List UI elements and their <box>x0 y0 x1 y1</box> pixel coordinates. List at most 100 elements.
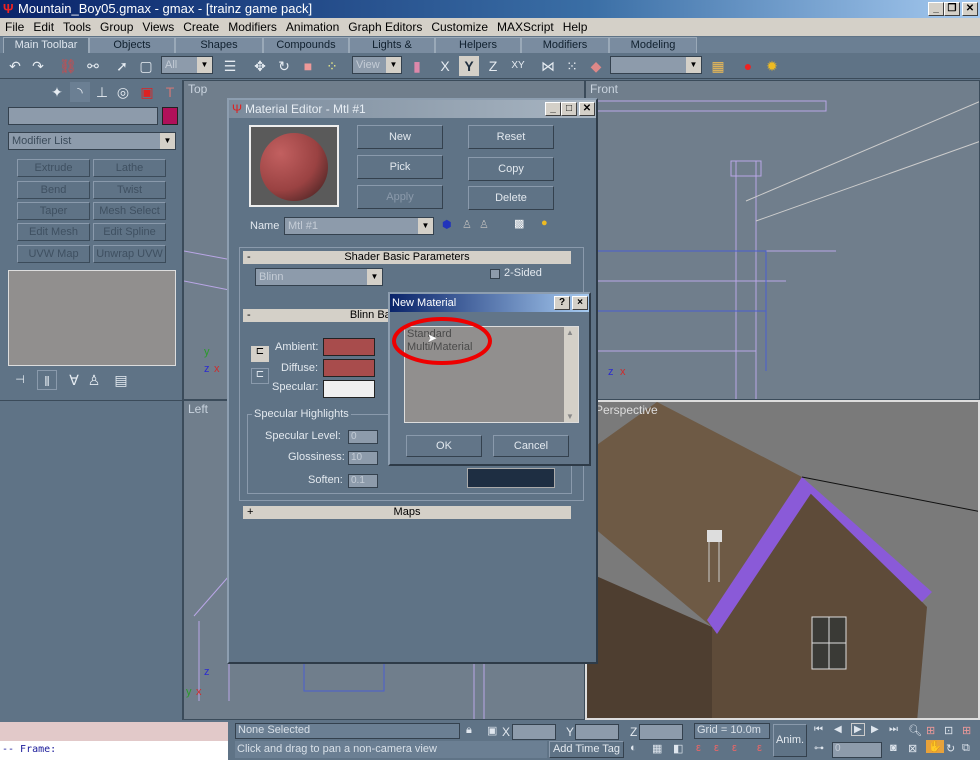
make-unique-icon[interactable]: ∀ <box>64 370 84 390</box>
pin-stack-icon[interactable]: ⊣ <box>10 370 30 390</box>
y-coordinate-field[interactable] <box>575 724 619 740</box>
mesh-select-button[interactable]: Mesh Select <box>93 202 166 220</box>
zoom-extents-all-icon[interactable]: ⊞ <box>962 724 971 737</box>
close-button[interactable]: ✕ <box>579 102 595 116</box>
soften-spinner[interactable]: 0.1 <box>348 474 378 488</box>
x-coordinate-field[interactable] <box>512 724 556 740</box>
snap-toggle-icon[interactable]: ε <box>696 742 701 754</box>
menu-edit[interactable]: Edit <box>33 20 54 34</box>
close-button[interactable]: × <box>572 296 588 310</box>
checker-background-icon[interactable]: ▩ <box>514 217 524 230</box>
menu-graph-editors[interactable]: Graph Editors <box>348 20 422 34</box>
move-icon[interactable]: ✥ <box>250 56 270 76</box>
unwrap-uvw-button[interactable]: Unwrap UVW <box>93 245 166 263</box>
reference-coordinate-dropdown[interactable]: View ▼ <box>352 56 402 74</box>
lock-ambient-diffuse-button[interactable]: ⊏ <box>251 346 269 362</box>
selection-filter-dropdown[interactable]: All ▼ <box>161 56 213 74</box>
absolute-mode-icon[interactable]: ▣ <box>487 724 497 737</box>
named-selection-dropdown[interactable]: ▼ <box>610 56 702 74</box>
motion-tab-icon[interactable]: ◎ <box>113 82 133 102</box>
go-to-end-icon[interactable]: ⏭ <box>889 724 898 735</box>
play-icon[interactable]: ▶ <box>851 723 865 736</box>
current-frame-field[interactable]: 0 <box>832 742 882 758</box>
modifier-stack[interactable] <box>8 270 176 366</box>
link-icon[interactable]: ⛓ <box>58 56 78 76</box>
copy-button[interactable]: Copy <box>468 157 554 181</box>
taper-button[interactable]: Taper <box>17 202 90 220</box>
menu-modifiers[interactable]: Modifiers <box>228 20 277 34</box>
zoom-extents-icon[interactable]: ⊡ <box>944 724 953 737</box>
render-icon[interactable]: ✹ <box>762 56 782 76</box>
list-scrollbar[interactable]: ▲ ▼ <box>564 327 578 422</box>
previous-frame-icon[interactable]: ◀ <box>834 724 842 735</box>
diffuse-color-swatch[interactable] <box>323 359 375 377</box>
next-frame-icon[interactable]: ▶ <box>871 724 879 735</box>
help-button[interactable]: ? <box>554 296 570 310</box>
axis-y-icon[interactable]: Y <box>459 56 479 76</box>
utilities-tab-icon[interactable]: T <box>160 82 180 102</box>
pivot-center-icon[interactable]: ▮ <box>407 56 427 76</box>
twist-button[interactable]: Twist <box>93 181 166 199</box>
add-time-tag-button[interactable]: Add Time Tag <box>549 741 624 758</box>
box-mode-icon[interactable]: ◧ <box>673 742 683 755</box>
tab-modeling[interactable]: Modeling <box>609 37 697 53</box>
select-by-name-icon[interactable]: ☰ <box>220 56 240 76</box>
render-shade-icon[interactable]: ◐ <box>630 742 637 754</box>
undo-icon[interactable]: ↶ <box>5 56 25 76</box>
lathe-button[interactable]: Lathe <box>93 159 166 177</box>
tab-main-toolbar[interactable]: Main Toolbar <box>3 37 89 53</box>
percent-snap-icon[interactable]: ε <box>732 742 737 754</box>
configure-sets-icon[interactable]: ▤ <box>111 370 131 390</box>
extrude-button[interactable]: Extrude <box>17 159 90 177</box>
menu-animation[interactable]: Animation <box>286 20 339 34</box>
shader-type-dropdown[interactable]: Blinn ▼ <box>255 268 383 286</box>
tab-modifiers[interactable]: Modifiers <box>521 37 609 53</box>
hierarchy-tab-icon[interactable]: ⊥ <box>92 82 112 102</box>
redo-icon[interactable]: ↷ <box>28 56 48 76</box>
modify-tab-icon[interactable]: ◝ <box>70 82 90 102</box>
align-icon[interactable]: ▦ <box>708 56 728 76</box>
material-editor-icon[interactable]: ● <box>738 56 758 76</box>
field-of-view-icon[interactable]: ◙ <box>890 742 897 754</box>
tab-objects[interactable]: Objects <box>89 37 175 53</box>
maxscript-listener-input[interactable] <box>0 722 228 741</box>
material-preview[interactable] <box>249 125 339 207</box>
tab-helpers[interactable]: Helpers <box>435 37 521 53</box>
two-sided-checkbox[interactable] <box>490 269 500 279</box>
get-material-icon[interactable]: ⬢ <box>442 218 452 231</box>
remove-modifier-icon[interactable]: ♙ <box>84 370 104 390</box>
delete-button[interactable]: Delete <box>468 186 554 210</box>
arc-rotate-icon[interactable]: ↻ <box>946 742 955 755</box>
edit-spline-button[interactable]: Edit Spline <box>93 223 166 241</box>
region-select-icon[interactable]: ▢ <box>136 56 156 76</box>
specular-level-spinner[interactable]: 0 <box>348 430 378 444</box>
safe-frame-icon[interactable]: ▦ <box>652 742 662 755</box>
menu-help[interactable]: Help <box>563 20 588 34</box>
menu-group[interactable]: Group <box>100 20 133 34</box>
go-to-start-icon[interactable]: ⏮ <box>814 724 823 735</box>
lock-diffuse-specular-button[interactable]: ⊏ <box>251 368 269 384</box>
show-end-result-icon[interactable]: ‖ <box>37 370 57 390</box>
glossiness-spinner[interactable]: 10 <box>348 451 378 465</box>
key-mode-icon[interactable]: ⊶ <box>814 743 824 754</box>
tab-lights-cameras[interactable]: Lights & Cameras <box>349 37 435 66</box>
ambient-color-swatch[interactable] <box>323 338 375 356</box>
material-type-icon[interactable]: ● <box>541 217 548 229</box>
pick-button[interactable]: Pick <box>357 155 443 179</box>
zoom-all-icon[interactable]: ⊞ <box>926 724 935 737</box>
axis-x-icon[interactable]: X <box>435 56 455 76</box>
menu-views[interactable]: Views <box>142 20 174 34</box>
new-button[interactable]: New <box>357 125 443 149</box>
z-coordinate-field[interactable] <box>639 724 683 740</box>
scale-icon[interactable]: ■ <box>298 56 318 76</box>
anim-button[interactable]: Anim. <box>773 724 807 757</box>
minimize-button[interactable]: _ <box>545 102 561 116</box>
scroll-down-icon[interactable]: ▼ <box>566 412 574 421</box>
modifier-list-dropdown[interactable]: Modifier List ▼ <box>8 132 176 150</box>
display-tab-icon[interactable]: ▣ <box>137 82 157 102</box>
bend-button[interactable]: Bend <box>17 181 90 199</box>
restore-button[interactable]: ❐ <box>944 2 960 16</box>
menu-create[interactable]: Create <box>183 20 219 34</box>
scroll-up-icon[interactable]: ▲ <box>566 328 574 337</box>
minimize-button[interactable]: _ <box>928 2 944 16</box>
